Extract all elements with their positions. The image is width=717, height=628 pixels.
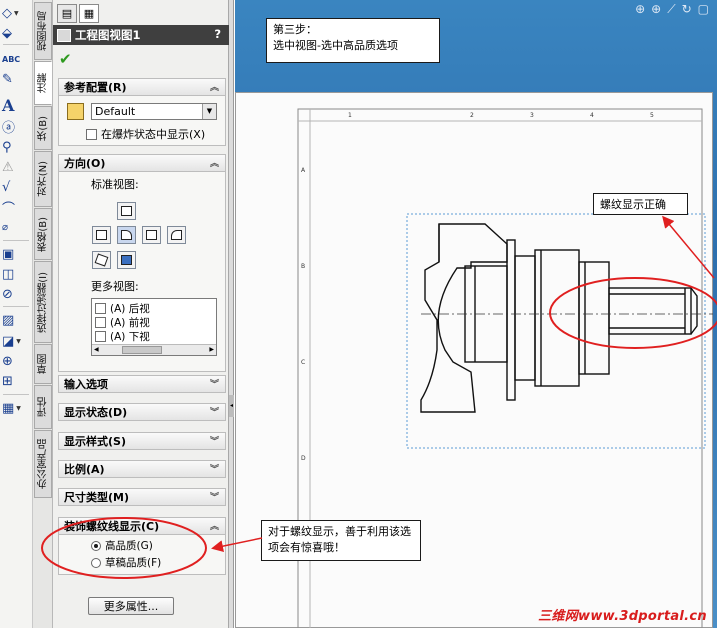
datum-feature-icon[interactable]: ◫ — [2, 265, 30, 283]
watermark-text: 三维网www.3dportal.cn — [538, 609, 707, 624]
group-display-style[interactable]: 显示样式(S) ︾ — [58, 432, 226, 450]
block-icon[interactable]: ◪ ▼ — [2, 332, 30, 350]
front-view-button[interactable] — [117, 226, 136, 244]
panel-splitter[interactable]: ◂ — [229, 0, 234, 628]
standard-views-label: 标准视图: — [91, 178, 139, 191]
centerline-icon[interactable]: ⊞ — [2, 372, 30, 390]
configuration-icon — [67, 103, 84, 120]
group-display-state[interactable]: 显示状态(D) ︾ — [58, 403, 226, 421]
pm-top-tabs: ▤ ▦ — [57, 4, 99, 24]
tab-align[interactable]: 对齐(N) — [34, 151, 52, 207]
thread-correct-note: 螺纹显示正确 — [593, 193, 688, 215]
property-manager: ▤ ▦ 工程图视图1 ? ✔ 参考配置(R) ︽ Default ▼ 在爆炸状态… — [53, 0, 229, 628]
auto-balloon-icon[interactable]: ⚲ — [2, 138, 30, 156]
group-orientation[interactable]: 方向(O) ︽ — [58, 154, 226, 172]
group-dimension-type[interactable]: 尺寸类型(M) ︾ — [58, 488, 226, 506]
reference-config-body: Default ▼ 在爆炸状态中显示(X) — [58, 96, 226, 146]
hatch-fill-icon[interactable]: ▨ — [2, 311, 30, 329]
chevron-down-icon[interactable]: ▼ — [202, 104, 216, 119]
tab-sketch[interactable]: 草图 — [34, 344, 52, 384]
top-view-button[interactable] — [117, 202, 136, 220]
collapse-icon[interactable]: ︽ — [210, 519, 219, 532]
help-button[interactable]: ? — [214, 27, 221, 41]
expand-icon: ︾ — [209, 493, 219, 503]
model-items-icon[interactable]: ⬙ — [2, 24, 30, 42]
center-mark-icon[interactable]: ⊕ — [2, 352, 30, 370]
high-quality-radio[interactable]: 高品质(G) — [91, 538, 153, 553]
more-views-list[interactable]: (A) 后视 (A) 前视 (A) 下视 ◀ ▶ — [91, 298, 217, 356]
drawing-view-icon — [57, 28, 71, 42]
property-manager-tab[interactable]: ▦ — [79, 4, 99, 23]
expand-icon: ︾ — [209, 437, 219, 447]
table-icon[interactable]: ▦ ▼ — [2, 399, 30, 417]
left-view-button[interactable] — [92, 226, 111, 244]
expand-icon: ︾ — [209, 408, 219, 418]
hole-callout-icon[interactable]: ⌀ — [2, 218, 30, 236]
draft-quality-radio[interactable]: 草稿品质(F) — [91, 555, 161, 570]
command-manager-tabs: 视图布局 注解 块(B) 对齐(N) 表格(B) 选择过滤器(I) 草图 评估 … — [33, 0, 53, 628]
weld-symbol-icon[interactable]: ⌒ — [2, 198, 30, 217]
cosmetic-thread-body: 高品质(G) 草稿品质(F) — [58, 535, 226, 575]
format-painter-icon[interactable]: ✎ — [2, 70, 30, 88]
collapse-icon[interactable]: ︽ — [210, 156, 219, 169]
feature-tree-tab[interactable]: ▤ — [57, 4, 77, 23]
collapse-panel-handle[interactable]: ◂ — [229, 395, 234, 417]
horizontal-scrollbar[interactable]: ◀ ▶ — [92, 344, 216, 355]
orientation-body: 标准视图: 更多视图: (A) 后视 (A) 前视 (A) 下视 ◀ ▶ — [58, 172, 226, 372]
group-reference-config[interactable]: 参考配置(R) ︽ — [58, 78, 226, 96]
right-view-button[interactable] — [142, 226, 161, 244]
group-cosmetic-thread[interactable]: 装饰螺纹线显示(C) ︽ — [58, 517, 226, 535]
configuration-select[interactable]: Default ▼ — [91, 103, 217, 120]
balloon-icon[interactable]: ⓐ — [2, 117, 30, 136]
collapse-icon[interactable]: ︽ — [210, 80, 219, 93]
note-icon[interactable]: A — [2, 96, 30, 115]
group-scale[interactable]: 比例(A) ︾ — [58, 460, 226, 478]
list-item[interactable]: (A) 后视 — [95, 301, 150, 316]
tab-view-layout[interactable]: 视图布局 — [34, 2, 52, 60]
tab-block[interactable]: 块(B) — [34, 106, 52, 150]
back-view-button[interactable] — [167, 226, 186, 244]
tab-selection-filter[interactable]: 选择过滤器(I) — [34, 261, 52, 343]
pm-title-bar: 工程图视图1 ? — [53, 25, 229, 45]
step-instruction-box: 第三步： 选中视图-选中高品质选项 — [266, 18, 440, 63]
surface-finish-icon[interactable]: √ — [2, 178, 30, 196]
list-item[interactable]: (A) 前视 — [95, 315, 150, 330]
smart-dimension-icon[interactable]: ◇ ▼ — [2, 4, 30, 22]
list-item[interactable]: (A) 下视 — [95, 329, 150, 344]
tab-annotation[interactable]: 注解 — [34, 61, 52, 105]
tab-table[interactable]: 表格(B) — [34, 208, 52, 260]
expand-icon: ︾ — [209, 380, 219, 390]
ok-check-icon[interactable]: ✔ — [59, 50, 72, 68]
datum-target-icon[interactable]: ⊘ — [2, 285, 30, 303]
expand-icon: ︾ — [209, 465, 219, 475]
magnetic-line-icon[interactable]: ⚠ — [2, 158, 30, 176]
tab-office-products[interactable]: 办公室产品 — [34, 430, 52, 498]
spell-checker-icon[interactable]: ABC — [2, 50, 30, 68]
tip-note-box: 对于螺纹显示，善于利用该选项会有惊喜哦！ — [261, 520, 421, 561]
group-import-options[interactable]: 输入选项 ︾ — [58, 375, 226, 393]
tab-evaluate[interactable]: 评估 — [34, 385, 52, 429]
current-model-view-button[interactable] — [117, 251, 136, 269]
more-views-label: 更多视图: — [91, 280, 139, 293]
exploded-state-checkbox[interactable]: 在爆炸状态中显示(X) — [86, 126, 205, 142]
isometric-view-button[interactable] — [92, 251, 111, 269]
annotation-toolbar: ◇ ▼ ⬙ ABC ✎ A ⓐ ⚲ ⚠ √ ⌒ ⌀ ▣ ◫ ⊘ ▨ ◪ ▼ ⊕ ⊞ … — [0, 0, 33, 628]
more-properties-button[interactable]: 更多属性... — [88, 597, 174, 615]
pm-title: 工程图视图1 — [75, 28, 141, 42]
geometric-tolerance-icon[interactable]: ▣ — [2, 245, 30, 263]
